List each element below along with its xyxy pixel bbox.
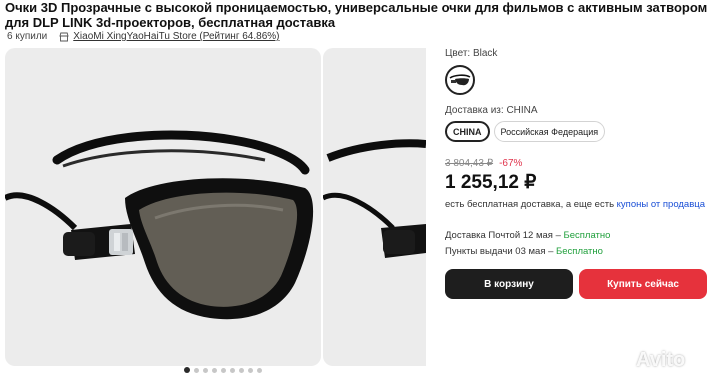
store-link[interactable]: XiaoMi XingYaoHaiTu Store (Рейтинг 64.86…	[59, 31, 280, 42]
gallery-dot[interactable]	[257, 367, 262, 373]
buy-now-button[interactable]: Купить сейчас	[579, 269, 707, 299]
product-title: Очки 3D Прозрачные с высокой проницаемос…	[5, 0, 708, 30]
pickup-delivery-row: Пункты выдачи 03 мая – Бесплатно	[445, 244, 720, 260]
gallery-dot[interactable]	[239, 367, 244, 373]
product-meta: 6 купили XiaoMi XingYaoHaiTu Store (Рейт…	[7, 31, 280, 42]
gallery-dot[interactable]	[184, 367, 190, 373]
delivery-info: Доставка Почтой 12 мая – Бесплатно Пункт…	[445, 228, 720, 260]
old-price-row: 3 804,43 ₽ -67%	[445, 158, 720, 169]
glasses-image	[5, 130, 314, 320]
color-option-black[interactable]	[445, 65, 475, 95]
ship-from-china[interactable]: CHINA	[445, 121, 490, 142]
product-image-next[interactable]	[323, 48, 426, 366]
post-delivery-row: Доставка Почтой 12 мая – Бесплатно	[445, 228, 720, 244]
avito-watermark: Avito	[611, 349, 685, 372]
store-icon	[59, 32, 69, 41]
pickup-delivery-price: Бесплатно	[556, 246, 603, 257]
post-delivery-text: Доставка Почтой 12 мая –	[445, 230, 564, 241]
avito-watermark-text: Avito	[636, 349, 686, 371]
purchase-count: 6 купили	[7, 31, 48, 42]
gallery-dot[interactable]	[221, 367, 226, 373]
current-price: 1 255,12 ₽	[445, 172, 537, 193]
pickup-delivery-text: Пункты выдачи 03 мая –	[445, 246, 557, 257]
ship-from-options: CHINA Российская Федерация	[445, 121, 720, 142]
old-price: 3 804,43 ₽	[445, 158, 494, 169]
gallery-pagination[interactable]	[184, 367, 262, 373]
product-options-panel: Цвет: Black Доставка из: CHINA CHINA Рос…	[445, 48, 720, 260]
avito-logo-icon	[614, 351, 631, 370]
product-image-main[interactable]	[5, 48, 321, 366]
glasses-image-preview	[323, 139, 426, 258]
ship-from-label: Доставка из: CHINA	[445, 105, 538, 116]
gallery-dot[interactable]	[194, 367, 199, 373]
gallery-dot[interactable]	[230, 367, 235, 373]
add-to-cart-button[interactable]: В корзину	[445, 269, 573, 299]
gallery-dot[interactable]	[212, 367, 217, 373]
shipping-note-text: есть бесплатная доставка, а еще есть	[445, 199, 617, 210]
discount-badge: -67%	[499, 158, 523, 169]
post-delivery-price: Бесплатно	[563, 230, 611, 241]
store-name: XiaoMi XingYaoHaiTu Store (Рейтинг 64.86…	[73, 31, 280, 42]
ship-from-russia[interactable]: Российская Федерация	[493, 121, 606, 142]
color-label: Цвет: Black	[445, 48, 498, 59]
shipping-note: есть бесплатная доставка, а еще есть куп…	[445, 199, 720, 210]
glasses-thumbnail-icon	[449, 74, 471, 86]
gallery-dot[interactable]	[203, 367, 208, 373]
action-buttons: В корзину Купить сейчас	[445, 269, 707, 299]
seller-coupons-link[interactable]: купоны от продавца	[617, 199, 705, 210]
gallery-dot[interactable]	[248, 367, 253, 373]
